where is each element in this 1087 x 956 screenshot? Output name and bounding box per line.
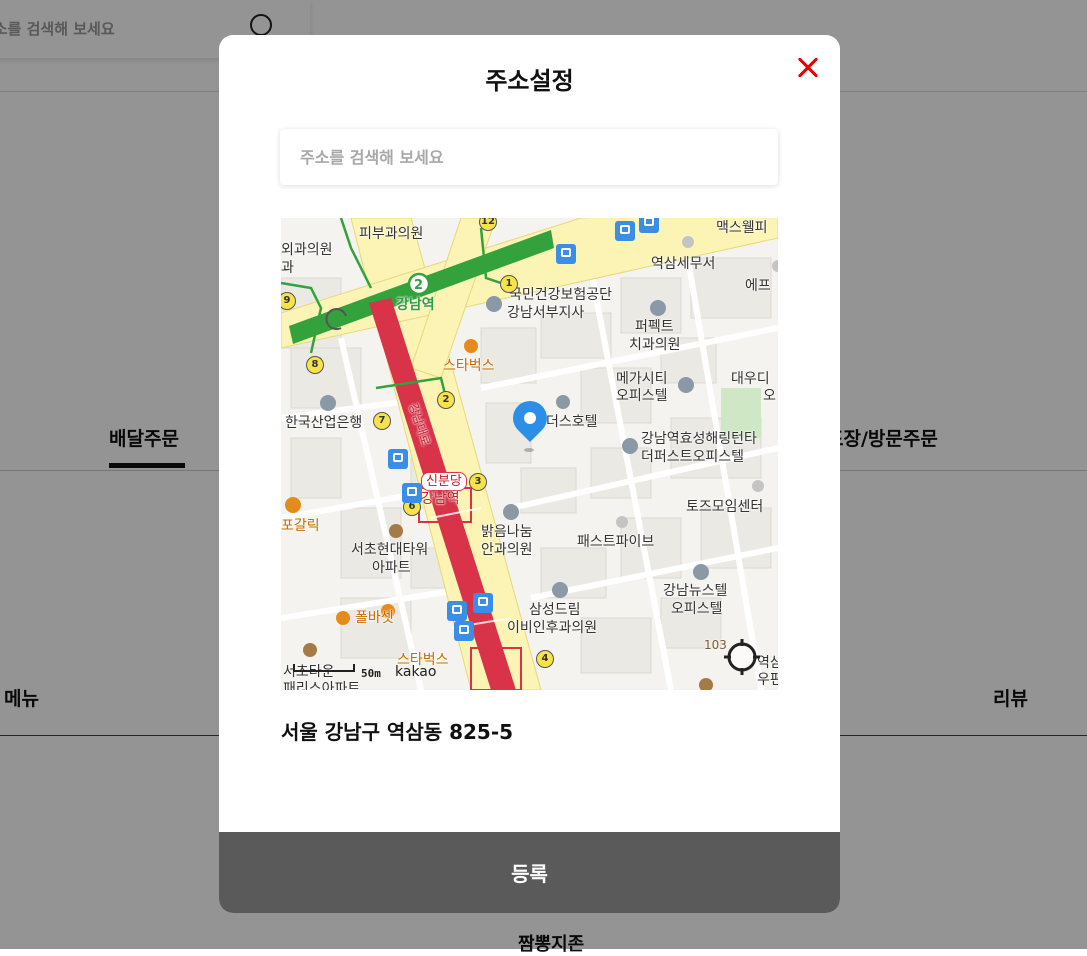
map-label: 강남역 <box>396 297 435 313</box>
map-label: 신분당 <box>421 472 467 491</box>
map-label: 피부과의원 <box>359 226 424 242</box>
map-label: 스타벅스 <box>443 358 495 374</box>
map-label: 대우디 <box>731 371 770 387</box>
current-location-button[interactable] <box>724 639 760 675</box>
pin-shadow <box>524 448 534 452</box>
map-scale-text: 50m <box>361 667 381 680</box>
exit-number-badge: 8 <box>306 356 324 374</box>
map-view[interactable]: 2 피부과의원 외과의원 과 맥스웰피 역삼세무서 국민건강보험공단 강남서부지… <box>281 218 778 690</box>
map-label: 역삼 <box>757 655 778 671</box>
map-label: 오 <box>763 388 776 404</box>
bus-stop-icon <box>615 221 635 241</box>
map-scale-bar <box>293 664 355 672</box>
map-label: 토즈모임센터 <box>686 499 764 515</box>
map-label: 삼성드림 <box>529 602 581 618</box>
map-label: 국민건강보험공단 <box>509 287 613 303</box>
map-label: 강남역효성해링턴타 <box>641 431 757 447</box>
modal-title: 주소설정 <box>485 67 574 95</box>
svg-text:2: 2 <box>414 278 423 293</box>
map-label: 치과의원 <box>629 337 681 353</box>
map-label: 에프 <box>745 278 771 294</box>
map-label: 밝음나눔 <box>481 524 533 540</box>
map-label: 더스호텔 <box>546 414 598 430</box>
exit-number-badge: 3 <box>469 473 487 491</box>
map-label: 아파트 <box>372 560 411 576</box>
map-label: 패리스아파트 <box>283 681 361 690</box>
bus-stop-icon <box>639 218 659 233</box>
map-label: 메가시티 <box>616 371 668 387</box>
bus-stop-icon <box>388 449 408 469</box>
close-icon[interactable] <box>793 53 823 83</box>
map-label: 오피스텔 <box>671 601 723 617</box>
map-label: 서초현대타워 <box>351 542 429 558</box>
map-label: 강남역 <box>421 491 460 507</box>
map-label: 더퍼스트오피스텔 <box>641 449 745 465</box>
map-label: 퍼펙트 <box>635 319 674 335</box>
map-label: 폴바셋 <box>355 610 394 626</box>
map-label: 한국산업은행 <box>285 415 363 431</box>
exit-number-badge: 4 <box>536 650 554 668</box>
bus-stop-icon <box>556 244 576 264</box>
address-modal: 주소설정 주소를 검색해 보세요 2 피부과의원 외과의원 과 맥스웰피 역삼세… <box>219 35 840 913</box>
bus-stop-icon <box>473 593 493 613</box>
bus-stop-icon <box>454 621 474 641</box>
address-search-box[interactable] <box>280 129 780 185</box>
exit-number-badge: 7 <box>373 412 391 430</box>
map-brand-logo: kakao <box>395 664 437 680</box>
address-search-input[interactable] <box>280 129 780 185</box>
map-label: 우편 <box>757 672 778 688</box>
map-label: 오피스텔 <box>616 388 668 404</box>
exit-number-badge: 2 <box>437 391 455 409</box>
map-label: 역삼세무서 <box>651 256 716 272</box>
map-label: 이비인후과의원 <box>507 620 598 636</box>
map-label: 맥스웰피 <box>716 220 768 236</box>
map-label: 강남뉴스텔 <box>663 583 728 599</box>
exit-number-badge: 1 <box>500 275 518 293</box>
map-label: 패스트파이브 <box>577 534 655 550</box>
map-label: 강남서부지사 <box>507 305 585 321</box>
map-label: 외과의원 <box>281 242 333 258</box>
selected-address: 서울 강남구 역삼동 825-5 <box>281 720 514 744</box>
register-button[interactable]: 등록 <box>219 832 840 913</box>
crosshair-icon <box>724 639 760 675</box>
bus-stop-icon <box>447 601 467 621</box>
map-label: 과 <box>281 260 294 276</box>
map-label: 안과의원 <box>481 542 533 558</box>
map-label: 포갈릭 <box>281 518 320 534</box>
bus-stop-icon <box>402 483 422 503</box>
